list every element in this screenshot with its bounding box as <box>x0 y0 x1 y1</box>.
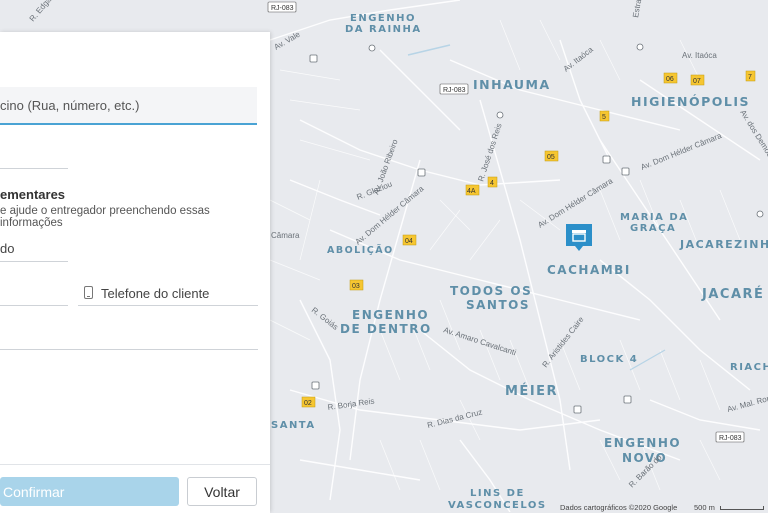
neighborhood-label: JACARÉ <box>701 286 764 302</box>
neighborhood-label: MÉIER <box>505 383 558 399</box>
confirm-button[interactable]: Confirmar <box>0 477 179 506</box>
route-marker: 06 <box>666 76 674 83</box>
neighborhood-label: DA RAINHA <box>345 24 422 35</box>
route-marker: 07 <box>693 78 701 85</box>
neighborhood-label: MARIA DA <box>620 212 688 223</box>
street-label: Câmara <box>271 231 300 240</box>
neighborhood-label: SANTOS <box>466 298 530 312</box>
complement-field-underline <box>0 261 68 262</box>
neighborhood-label: ABOLIÇÃO <box>327 245 394 256</box>
road-shield: RJ-083 <box>443 87 466 94</box>
route-marker: 4 <box>490 180 494 187</box>
route-marker: 02 <box>304 400 312 407</box>
neighborhood-label: TODOS OS <box>450 284 532 298</box>
map-scale-bar <box>720 506 764 510</box>
neighborhood-label: GRAÇA <box>630 223 676 234</box>
neighborhood-label: JACAREZINHO <box>679 238 768 251</box>
phone-icon <box>84 286 93 299</box>
form-footer: Confirmar Voltar <box>0 464 270 513</box>
customer-phone-field[interactable]: Telefone do cliente <box>101 286 209 301</box>
neighborhood-label: VASCONCELOS <box>448 500 547 511</box>
address-input[interactable] <box>0 87 257 125</box>
back-button[interactable]: Voltar <box>187 477 257 506</box>
neighborhood-label: LINS DE <box>470 488 525 499</box>
neighborhood-label: CACHAMBI <box>547 263 631 277</box>
address-form-panel: ementares e ajude o entregador preenchen… <box>0 32 270 513</box>
phone-field-underline <box>78 305 258 306</box>
neighborhood-label: BLOCK 4 <box>580 354 638 365</box>
street-label: Av. Itaóca <box>682 51 717 60</box>
section-description: e ajude o entregador preenchendo essas i… <box>0 205 210 229</box>
neighborhood-label: HIGIENÓPOLIS <box>631 94 750 109</box>
route-marker: 7 <box>748 74 752 81</box>
route-marker: 5 <box>602 114 606 121</box>
route-marker: 03 <box>352 283 360 290</box>
route-marker: 4A <box>467 188 476 195</box>
neighborhood-label: ENGENHO <box>604 436 681 450</box>
number-field-underline[interactable] <box>0 168 68 169</box>
neighborhood-label: RIACHU <box>730 362 768 373</box>
route-marker: 05 <box>547 154 555 161</box>
neighborhood-label: DE DENTRO <box>340 322 432 336</box>
route-marker: 04 <box>405 238 413 245</box>
section-title: ementares <box>0 187 66 202</box>
notes-field-underline[interactable] <box>0 349 258 350</box>
road-shield: RJ-083 <box>719 435 742 442</box>
map-attribution[interactable]: Dados cartográficos ©2020 Google <box>560 503 677 512</box>
road-shield: RJ-083 <box>271 5 294 12</box>
neighborhood-label: INHAUMA <box>473 77 551 92</box>
neighborhood-label: ENGENHO <box>350 13 416 24</box>
map-scale-label[interactable]: 500 m <box>694 503 715 512</box>
field-underline[interactable] <box>0 305 68 306</box>
complement-field[interactable]: do <box>0 241 14 256</box>
neighborhood-label: ENGENHO <box>352 308 429 322</box>
neighborhood-label: SANTA <box>271 420 316 431</box>
